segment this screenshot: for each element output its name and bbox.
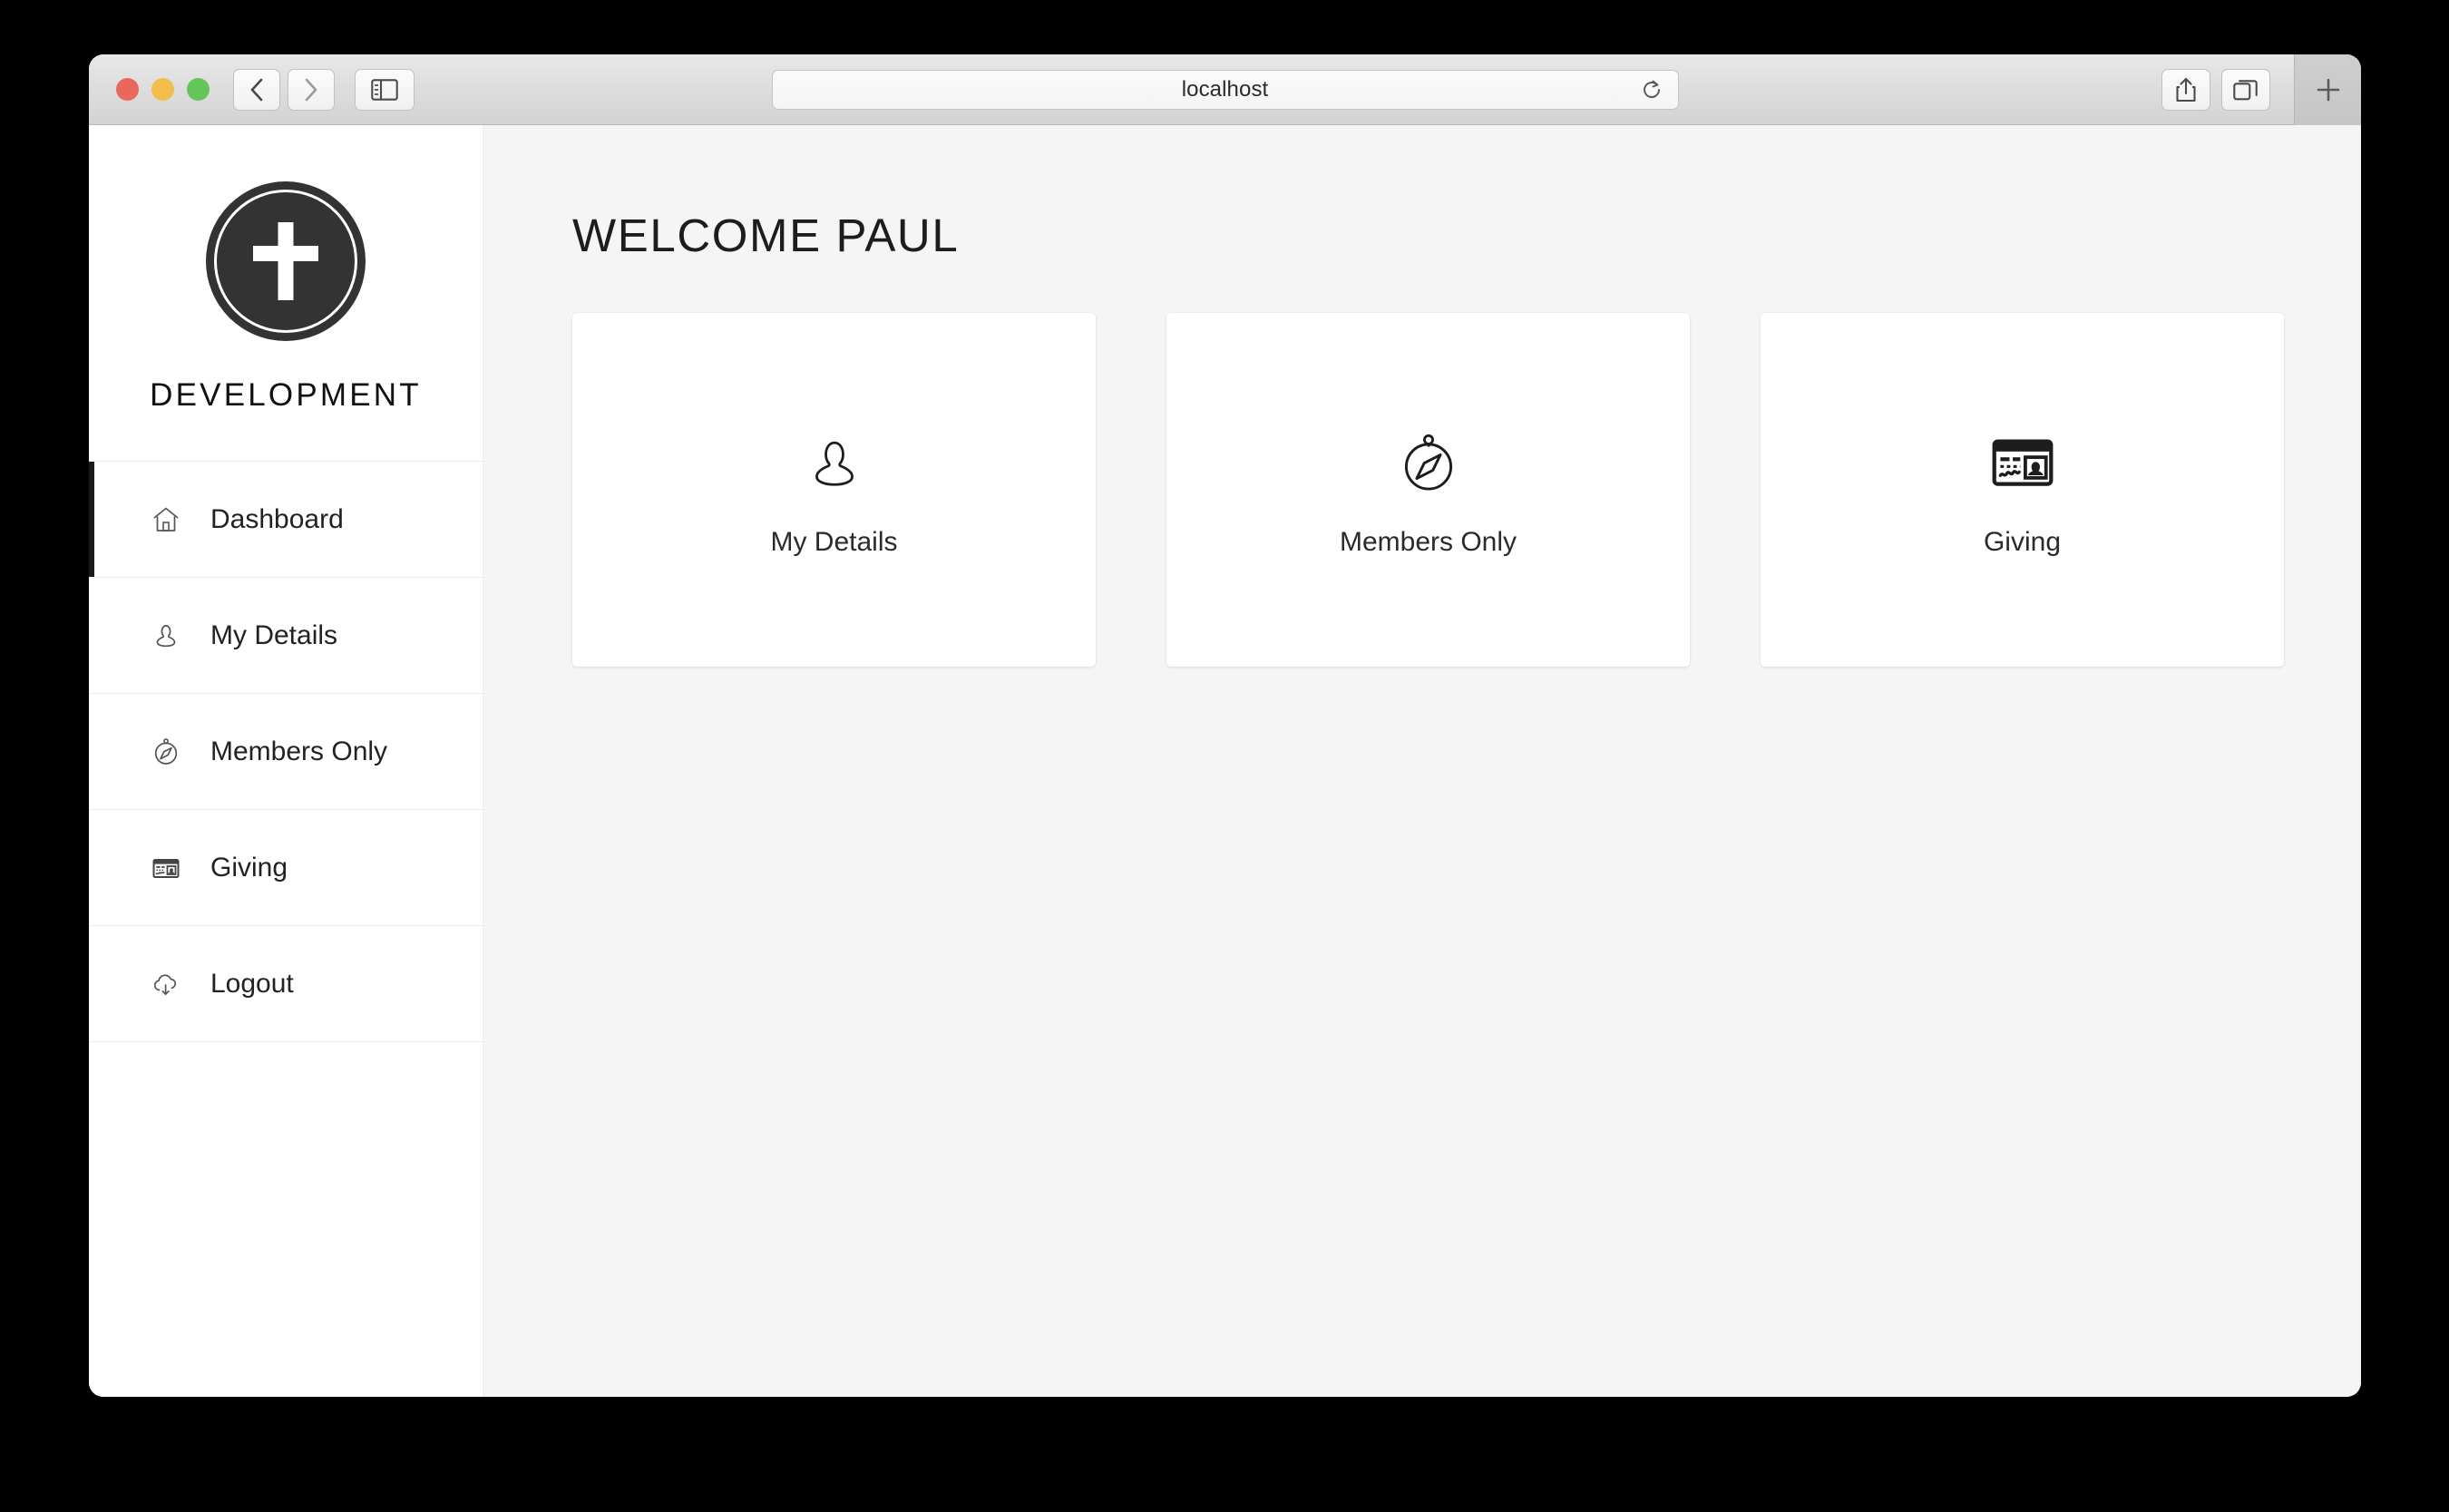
brand-name: DEVELOPMENT (150, 377, 422, 413)
app-logo (206, 181, 366, 341)
maximize-window-button[interactable] (187, 78, 210, 101)
reload-button[interactable] (1640, 78, 1664, 102)
sidebar-item-my-details[interactable]: My Details (89, 578, 483, 694)
card-my-details[interactable]: My Details (572, 313, 1096, 667)
cloud-download-icon (151, 969, 185, 1000)
sidebar-item-logout[interactable]: Logout (89, 926, 483, 1042)
active-indicator (89, 462, 94, 577)
address-bar-container: localhost (771, 69, 1679, 110)
back-button[interactable] (233, 68, 280, 111)
forward-button[interactable] (288, 68, 335, 111)
sidebar-item-label: Dashboard (210, 503, 344, 534)
sidebar-item-label: Giving (210, 852, 288, 883)
person-icon (151, 620, 185, 651)
navigation-buttons (233, 68, 335, 111)
sidebar-item-dashboard[interactable]: Dashboard (89, 462, 483, 578)
forward-icon (305, 78, 317, 101)
new-tab-button[interactable] (2294, 54, 2361, 125)
sidebar-item-giving[interactable]: Giving (89, 810, 483, 926)
compass-icon (1395, 422, 1462, 505)
toolbar-right-group (2161, 54, 2361, 125)
brand-header: DEVELOPMENT (89, 125, 483, 462)
cross-icon (253, 222, 318, 300)
sidebar-item-members-only[interactable]: Members Only (89, 694, 483, 810)
close-window-button[interactable] (116, 78, 139, 101)
sidebar-toggle-icon (371, 78, 398, 101)
address-bar[interactable]: localhost (771, 69, 1679, 110)
sidebar-item-label: Logout (210, 968, 294, 999)
home-icon (151, 504, 185, 535)
share-icon (2176, 77, 2196, 102)
active-indicator (89, 694, 94, 809)
sidebar-toggle-button[interactable] (355, 68, 415, 111)
reload-icon (1643, 80, 1660, 98)
page-body: DEVELOPMENT Dashboard My Details Members… (89, 125, 2361, 1397)
person-icon (803, 422, 866, 505)
back-icon (250, 78, 263, 101)
sidebar-item-label: Members Only (210, 736, 388, 766)
main-content: WELCOME PAUL My Details Members Only Giv… (483, 125, 2361, 1397)
active-indicator (89, 926, 94, 1041)
minimize-window-button[interactable] (151, 78, 174, 101)
browser-toolbar: localhost (89, 54, 2361, 125)
share-button[interactable] (2161, 69, 2210, 111)
browser-window: localhost DEVELOPMENT Dashboard My Detai… (89, 54, 2361, 1397)
card-label: Giving (1983, 527, 2062, 557)
traffic-lights (116, 78, 210, 101)
url-text: localhost (1181, 76, 1269, 102)
tab-overview-button[interactable] (2221, 69, 2270, 111)
card-icon (151, 853, 185, 883)
card-label: Members Only (1339, 527, 1517, 557)
compass-icon (151, 736, 185, 767)
tab-overview-icon (2233, 80, 2258, 101)
sidebar-item-label: My Details (210, 619, 338, 650)
plus-icon (2317, 78, 2339, 102)
sidebar: DEVELOPMENT Dashboard My Details Members… (89, 125, 483, 1397)
card-icon (1988, 422, 2057, 505)
sidebar-nav: Dashboard My Details Members Only Giving… (89, 462, 483, 1042)
card-label: My Details (770, 527, 898, 557)
page-title: WELCOME PAUL (572, 210, 960, 261)
card-giving[interactable]: Giving (1761, 313, 2284, 667)
card-members-only[interactable]: Members Only (1166, 313, 1690, 667)
dashboard-cards: My Details Members Only Giving (572, 313, 2361, 667)
active-indicator (89, 578, 94, 693)
active-indicator (89, 810, 94, 925)
